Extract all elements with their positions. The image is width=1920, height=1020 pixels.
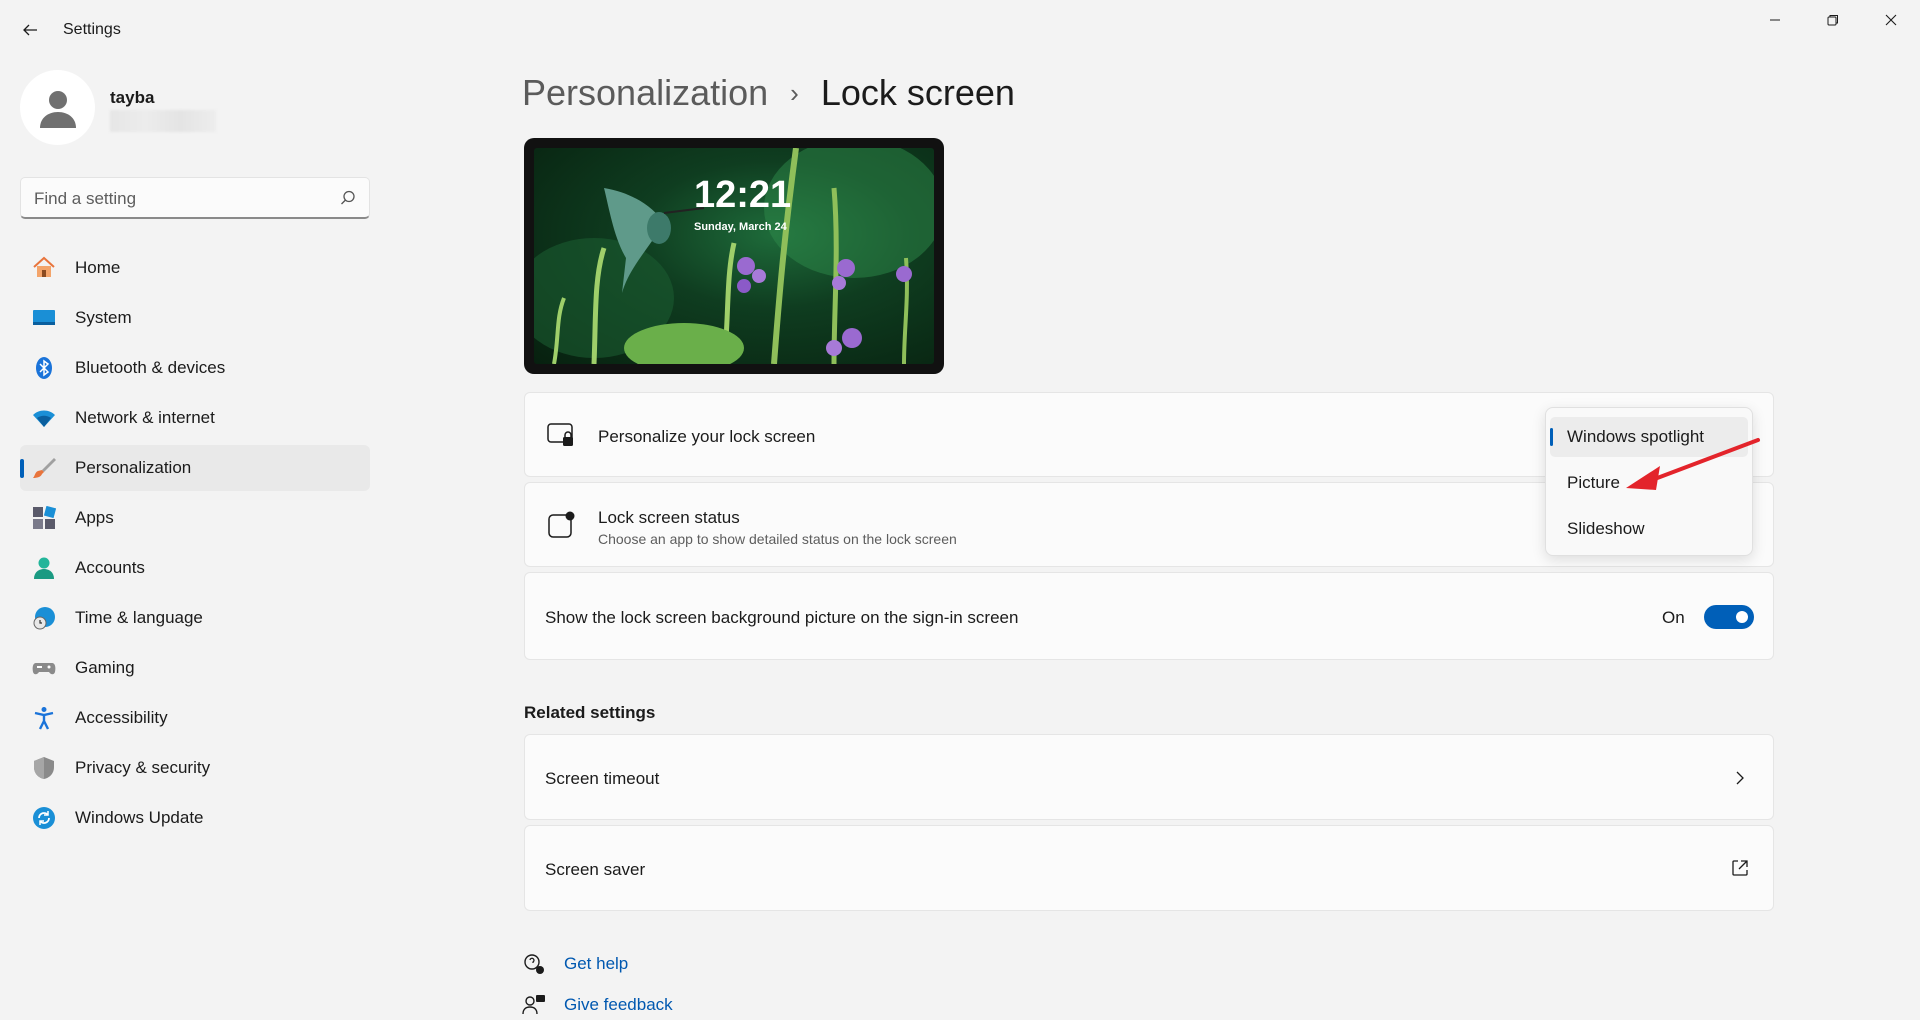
external-link-icon: [1732, 860, 1748, 876]
sidebar-item-label: Apps: [75, 508, 114, 527]
sidebar-item-personalization[interactable]: Personalization: [20, 445, 370, 491]
lock-screen-preview: 12:21 Sunday, March 24: [524, 138, 944, 374]
get-help-link[interactable]: Get help: [522, 952, 628, 976]
signin-background-card: Show the lock screen background picture …: [524, 572, 1774, 660]
user-profile[interactable]: tayba: [20, 70, 360, 145]
sidebar-item-accounts[interactable]: Accounts: [20, 545, 370, 591]
sidebar-item-label: Accessibility: [75, 708, 168, 727]
apps-icon: [33, 506, 56, 529]
close-button[interactable]: [1862, 0, 1920, 40]
dropdown-option-label: Picture: [1567, 473, 1620, 492]
search-input[interactable]: Find a setting: [20, 177, 370, 219]
sidebar-nav: Home System Bluetooth & devices Network …: [20, 245, 370, 845]
restore-icon: [1827, 15, 1838, 26]
avatar: [20, 70, 95, 145]
breadcrumb-parent[interactable]: Personalization: [522, 72, 768, 114]
chevron-right-icon: [1736, 771, 1744, 785]
restore-button[interactable]: [1804, 0, 1862, 40]
back-arrow-icon: [23, 24, 37, 36]
screen-saver-card[interactable]: Screen saver: [524, 825, 1774, 911]
sidebar-item-label: Windows Update: [75, 808, 204, 827]
bluetooth-icon: [36, 357, 52, 379]
related-settings-heading: Related settings: [524, 703, 656, 722]
person-icon: [34, 557, 54, 579]
sidebar-item-gaming[interactable]: Gaming: [20, 645, 370, 691]
sidebar-item-system[interactable]: System: [20, 295, 370, 341]
update-icon: [33, 807, 55, 829]
sidebar-item-label: Gaming: [75, 658, 135, 677]
preview-image: 12:21 Sunday, March 24: [534, 148, 934, 364]
dropdown-option-label: Slideshow: [1567, 519, 1645, 538]
search-placeholder: Find a setting: [34, 189, 137, 208]
search-icon: [341, 190, 355, 205]
title-bar: Settings: [0, 0, 1920, 60]
sidebar-item-label: Home: [75, 258, 121, 277]
status-badge-icon: [548, 511, 575, 538]
status-title: Lock screen status: [598, 508, 740, 527]
breadcrumb: Personalization › Lock screen: [522, 72, 1015, 114]
toggle-state-label: On: [1662, 608, 1685, 627]
wifi-icon: [33, 410, 55, 427]
give-feedback-label: Give feedback: [564, 995, 673, 1014]
sidebar-item-home[interactable]: Home: [20, 245, 370, 291]
sidebar-item-windows-update[interactable]: Windows Update: [20, 795, 370, 841]
feedback-icon: [522, 995, 545, 1015]
email-redacted: [110, 110, 216, 132]
person-avatar-icon: [39, 90, 76, 128]
minimize-icon: [1770, 19, 1780, 21]
give-feedback-link[interactable]: Give feedback: [522, 993, 673, 1017]
monitor-icon: [33, 310, 55, 325]
sidebar-item-label: Privacy & security: [75, 758, 211, 777]
status-subtitle: Choose an app to show detailed status on…: [598, 531, 957, 547]
globe-clock-icon: [33, 607, 55, 630]
preview-date: Sunday, March 24: [694, 221, 787, 233]
sidebar-item-bluetooth[interactable]: Bluetooth & devices: [20, 345, 370, 391]
sidebar-item-label: Accounts: [75, 558, 145, 577]
accessibility-icon: [34, 707, 54, 730]
close-icon: [1885, 14, 1897, 26]
paintbrush-icon: [33, 458, 56, 478]
signin-background-toggle[interactable]: [1704, 605, 1754, 629]
toggle-knob: [1736, 611, 1748, 623]
gamepad-icon: [32, 663, 56, 675]
lock-screen-device-icon: [547, 423, 573, 446]
sidebar-item-label: Bluetooth & devices: [75, 358, 226, 377]
annotation-arrow-icon: [1626, 438, 1760, 490]
app-title: Settings: [63, 21, 121, 38]
breadcrumb-separator: ›: [790, 77, 799, 108]
preview-time: 12:21: [694, 174, 792, 216]
home-icon: [33, 256, 55, 277]
sidebar-item-label: Time & language: [75, 608, 203, 627]
sidebar-item-label: System: [75, 308, 132, 327]
sidebar-item-apps[interactable]: Apps: [20, 495, 370, 541]
screen-saver-label: Screen saver: [545, 860, 646, 879]
sidebar-item-privacy[interactable]: Privacy & security: [20, 745, 370, 791]
username: tayba: [110, 88, 155, 107]
sidebar-item-network[interactable]: Network & internet: [20, 395, 370, 441]
sidebar-item-label: Network & internet: [75, 408, 215, 427]
help-chat-icon: [524, 954, 544, 974]
screen-timeout-card[interactable]: Screen timeout: [524, 734, 1774, 820]
sidebar-item-time-language[interactable]: Time & language: [20, 595, 370, 641]
sidebar-item-accessibility[interactable]: Accessibility: [20, 695, 370, 741]
page-title: Lock screen: [820, 72, 1015, 113]
minimize-button[interactable]: [1746, 0, 1804, 40]
personalize-title: Personalize your lock screen: [598, 427, 816, 446]
dropdown-option-slideshow[interactable]: Slideshow: [1550, 509, 1748, 549]
get-help-label: Get help: [564, 954, 629, 973]
signin-title: Show the lock screen background picture …: [545, 608, 1019, 627]
sidebar-item-label: Personalization: [75, 458, 192, 477]
screen-timeout-label: Screen timeout: [545, 769, 660, 788]
back-button[interactable]: [14, 14, 46, 46]
shield-icon: [34, 757, 54, 779]
